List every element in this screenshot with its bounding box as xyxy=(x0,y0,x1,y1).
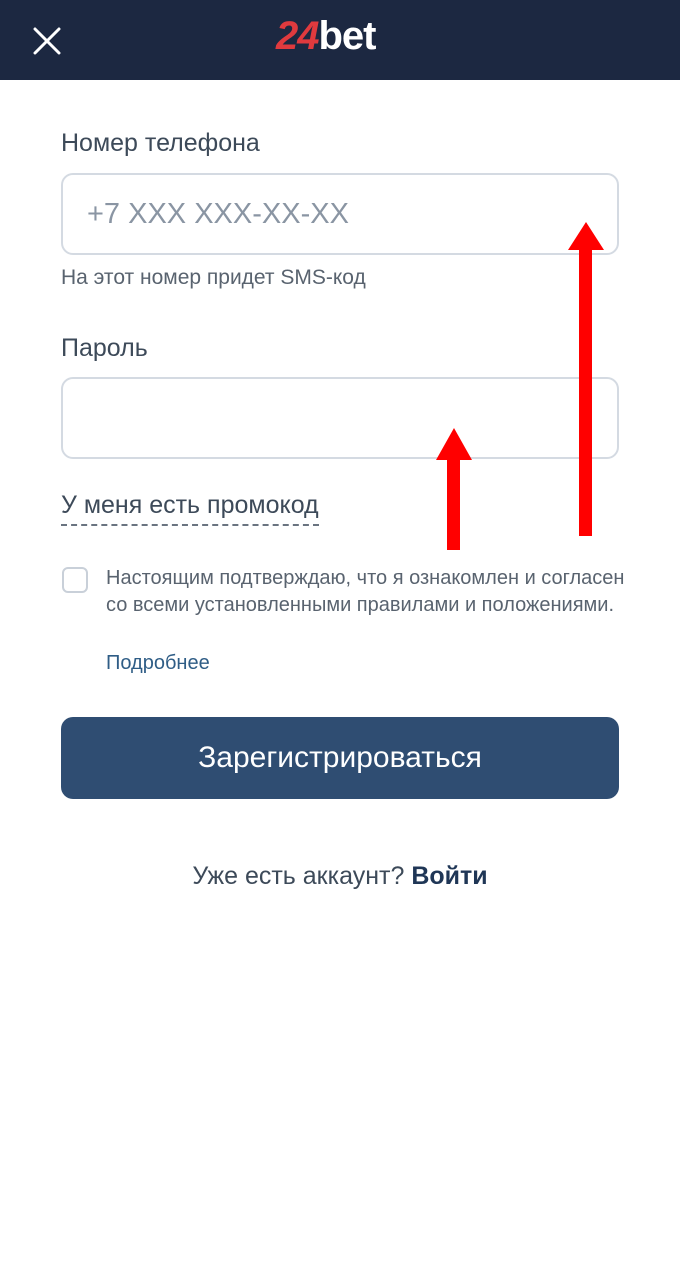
register-button[interactable]: Зарегистрироваться xyxy=(61,717,619,799)
up-arrow-annotation xyxy=(568,222,604,536)
close-button[interactable] xyxy=(24,18,70,64)
brand-logo: 24 bet xyxy=(276,14,377,64)
app-header: 24 bet xyxy=(0,0,680,80)
phone-input[interactable] xyxy=(61,173,619,255)
terms-checkbox[interactable] xyxy=(62,567,88,593)
promo-code-link[interactable]: У меня есть промокод xyxy=(61,490,319,526)
logo-word: bet xyxy=(318,14,377,58)
terms-text: Настоящим подтверждаю, что я ознакомлен … xyxy=(106,567,625,616)
up-arrow-annotation xyxy=(436,428,472,550)
terms-more-link[interactable]: Подробнее xyxy=(106,652,210,675)
password-input[interactable] xyxy=(61,377,619,459)
password-label: Пароль xyxy=(61,334,148,362)
phone-label: Номер телефона xyxy=(61,129,260,157)
login-link[interactable]: Войти xyxy=(411,862,487,890)
have-account-text: Уже есть аккаунт? xyxy=(192,862,405,890)
logo-number: 24 xyxy=(276,14,319,58)
login-prompt: Уже есть аккаунт? Войти xyxy=(0,862,680,891)
close-icon xyxy=(33,27,61,55)
phone-hint: На этот номер придет SMS-код xyxy=(61,266,366,289)
